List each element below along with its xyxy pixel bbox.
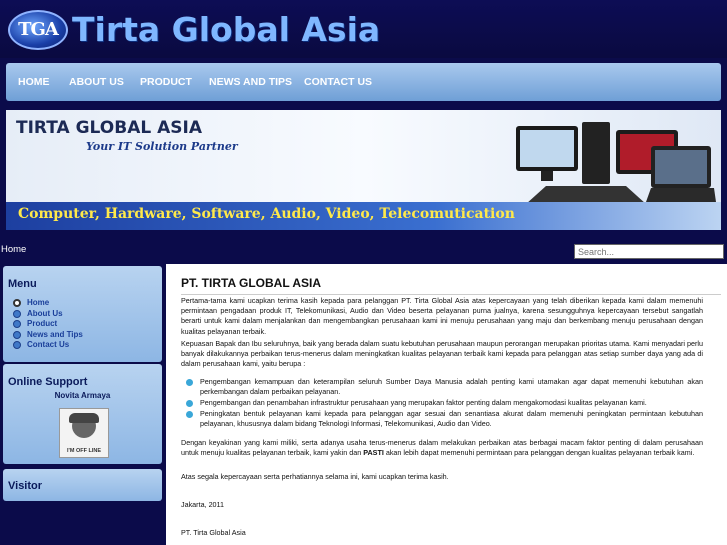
menu-panel: Menu Home About Us Product News and Tips… (3, 266, 162, 362)
banner-strip-text: Computer, Hardware, Software, Audio, Vid… (18, 206, 515, 222)
menu-title: Menu (8, 278, 37, 290)
visitor-title: Visitor (8, 480, 43, 492)
bullet-icon (13, 341, 21, 349)
bullet-icon (186, 400, 193, 407)
bullet-icon (13, 320, 21, 328)
cap-icon (69, 413, 99, 423)
thanks-paragraph: Atas segala kepercayaan serta perhatiann… (181, 472, 449, 481)
list-item: Pengembangan dan penambahan infrastruktu… (186, 398, 703, 408)
nav-contact-us[interactable]: CONTACT US (304, 76, 372, 88)
logo-text: TGA (18, 19, 59, 40)
bullet-icon (186, 411, 193, 418)
site-logo[interactable]: TGA (8, 10, 68, 50)
letter-date: Jakarta, 2011 (181, 500, 225, 509)
banner-strip: Computer, Hardware, Software, Audio, Vid… (6, 202, 721, 230)
menu-list: Home About Us Product News and Tips Cont… (13, 298, 83, 351)
menu-item-product[interactable]: Product (13, 319, 83, 330)
nav-about-us[interactable]: ABOUT US (69, 76, 124, 88)
list-item: Peningkatan bentuk pelayanan kami kepada… (186, 409, 703, 429)
selected-bullet-icon (13, 299, 21, 307)
intro-paragraph: Pertama-tama kami ucapkan terima kasih k… (181, 296, 703, 336)
nav-home[interactable]: HOME (18, 76, 50, 88)
banner-title: TIRTA GLOBAL ASIA (16, 118, 202, 138)
commitment-paragraph: Dengan keyakinan yang kami miliki, serta… (181, 438, 703, 458)
nav-news-and-tips[interactable]: NEWS AND TIPS (209, 76, 292, 88)
hero-banner: TIRTA GLOBAL ASIA Your IT Solution Partn… (6, 110, 721, 230)
emphasis-pasti: PASTI (363, 448, 384, 458)
list-item: Pengembangan kemampuan dan keterampilan … (186, 377, 703, 397)
letter-signature: PT. Tirta Global Asia (181, 528, 246, 537)
site-title[interactable]: Tirta Global Asia (72, 10, 380, 49)
visitor-panel: Visitor (3, 469, 162, 501)
offline-status-badge[interactable]: I'M OFF LINE (59, 408, 109, 458)
site-header: TGA Tirta Global Asia (0, 0, 727, 58)
main-content: PT. TIRTA GLOBAL ASIA Pertama-tama kami … (166, 264, 727, 545)
bullet-icon (186, 379, 193, 386)
priority-paragraph: Kepuasan Bapak dan Ibu seluruhnya, baik … (181, 339, 703, 369)
nav-product[interactable]: PRODUCT (140, 76, 192, 88)
breadcrumb-home[interactable]: Home (1, 244, 26, 255)
title-divider (181, 294, 721, 295)
page-title: PT. TIRTA GLOBAL ASIA (181, 276, 321, 290)
sidebar: Menu Home About Us Product News and Tips… (0, 264, 166, 545)
banner-subtitle: Your IT Solution Partner (86, 140, 238, 153)
support-agent-name: Novita Armaya (54, 391, 111, 400)
computers-illustration (516, 122, 716, 204)
bullet-icon (13, 309, 21, 318)
online-support-title: Online Support (8, 376, 88, 388)
menu-item-home[interactable]: Home (13, 298, 83, 309)
offline-status-text: I'M OFF LINE (67, 448, 101, 454)
menu-item-about-us[interactable]: About Us (13, 309, 83, 320)
online-support-panel: Online Support Novita Armaya I'M OFF LIN… (3, 364, 162, 464)
search-input[interactable] (574, 244, 724, 259)
bullet-icon (13, 330, 21, 339)
main-nav: HOME ABOUT US PRODUCT NEWS AND TIPS CONT… (6, 63, 721, 101)
menu-item-contact-us[interactable]: Contact Us (13, 340, 83, 351)
menu-item-news-and-tips[interactable]: News and Tips (13, 330, 83, 341)
